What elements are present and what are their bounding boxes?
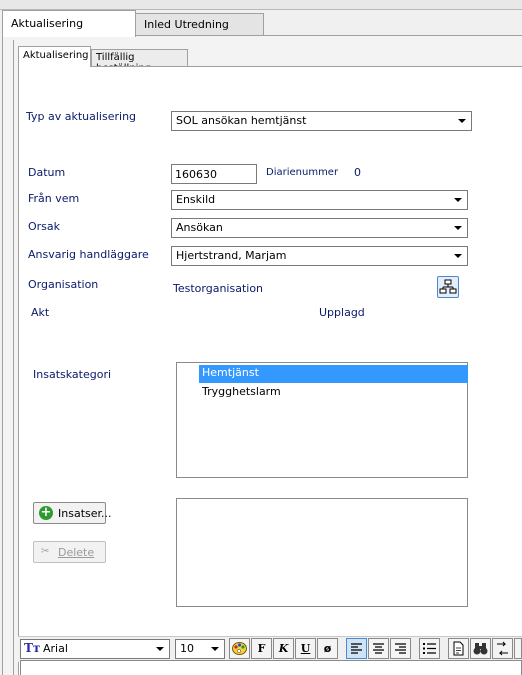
document-icon bbox=[453, 641, 464, 656]
bullet-list-button[interactable] bbox=[419, 638, 440, 659]
font-family-value: Arial bbox=[43, 642, 68, 655]
typ-label: Typ av aktualisering bbox=[26, 110, 137, 123]
orsak-value: Ansökan bbox=[176, 221, 223, 234]
document-button[interactable] bbox=[448, 638, 469, 659]
insatser-button[interactable]: + Insatser... bbox=[33, 502, 112, 524]
font-size-select[interactable]: 10 bbox=[175, 639, 225, 659]
tab-aktualisering[interactable]: Aktualisering bbox=[2, 10, 136, 37]
organization-tree-button[interactable] bbox=[437, 276, 459, 298]
subtab-aktualisering[interactable]: Aktualisering bbox=[18, 46, 91, 67]
insatser-button-label: Insatser... bbox=[58, 507, 112, 520]
align-left-button[interactable] bbox=[346, 638, 367, 659]
tab-aktualisering-label: Aktualisering bbox=[11, 17, 84, 30]
list-item-hemtjanst[interactable]: Hemtjänst bbox=[199, 365, 468, 383]
binoculars-icon bbox=[473, 643, 488, 655]
window-top-strip bbox=[0, 0, 522, 10]
align-center-button[interactable] bbox=[368, 638, 389, 659]
font-family-select[interactable]: Tт Arial bbox=[20, 639, 170, 659]
font-type-icon: Tт bbox=[24, 641, 41, 655]
insatskategori-list[interactable]: Hemtjänst Trygghetslarm bbox=[176, 362, 468, 478]
chevron-down-icon bbox=[156, 647, 164, 651]
akt-label: Akt bbox=[31, 306, 50, 319]
align-right-button[interactable] bbox=[390, 638, 411, 659]
fran-vem-select[interactable]: Enskild bbox=[171, 190, 468, 210]
typ-select-value: SOL ansökan hemtjänst bbox=[176, 114, 307, 127]
more-tools-button[interactable] bbox=[514, 638, 522, 659]
underline-button[interactable]: U bbox=[295, 638, 316, 659]
chevron-down-icon bbox=[458, 119, 466, 123]
diarienummer-value: 0 bbox=[354, 166, 361, 179]
organization-tree-icon bbox=[439, 279, 457, 294]
chevron-down-icon bbox=[454, 226, 462, 230]
delete-icon: ✂ bbox=[41, 546, 50, 557]
fran-vem-value: Enskild bbox=[176, 193, 216, 206]
insatskategori-label: Insatskategori bbox=[33, 368, 112, 381]
chevron-down-icon bbox=[211, 647, 219, 651]
italic-button[interactable]: K bbox=[273, 638, 294, 659]
tab-inled-utredning-label: Inled Utredning bbox=[144, 18, 229, 31]
chevron-down-icon bbox=[454, 254, 462, 258]
tab-inled-utredning[interactable]: Inled Utredning bbox=[135, 13, 264, 36]
orsak-select[interactable]: Ansökan bbox=[171, 218, 468, 238]
insatser-detail-list[interactable] bbox=[176, 498, 468, 607]
align-right-icon bbox=[395, 643, 406, 654]
color-palette-button[interactable] bbox=[229, 638, 250, 659]
replace-icon bbox=[497, 641, 508, 656]
bullet-list-icon bbox=[423, 643, 436, 654]
delete-button[interactable]: ✂ Delete bbox=[33, 541, 106, 563]
ansvarig-value: Hjertstrand, Marjam bbox=[176, 249, 287, 262]
panel-divider bbox=[13, 40, 14, 675]
font-size-value: 10 bbox=[180, 642, 194, 655]
palette-icon bbox=[232, 642, 247, 655]
orsak-label: Orsak bbox=[28, 220, 61, 233]
akt-value: Upplagd bbox=[319, 306, 365, 319]
subtab-aktualisering-label: Aktualisering bbox=[23, 50, 89, 61]
organisation-value: Testorganisation bbox=[173, 282, 264, 295]
strikethrough-button[interactable]: ø bbox=[317, 638, 338, 659]
align-left-icon bbox=[351, 643, 362, 654]
subtab-tillfallig-bestallning[interactable]: Tillfällig beställning bbox=[91, 49, 188, 74]
ansvarig-select[interactable]: Hjertstrand, Marjam bbox=[171, 246, 468, 266]
bold-button[interactable]: F bbox=[251, 638, 272, 659]
datum-label: Datum bbox=[28, 166, 66, 179]
list-item-trygghetslarm[interactable]: Trygghetslarm bbox=[199, 384, 281, 402]
delete-button-label: Delete bbox=[58, 546, 95, 559]
plus-circle-icon: + bbox=[39, 505, 53, 520]
diarienummer-label: Diarienummer bbox=[266, 167, 339, 178]
chevron-down-icon bbox=[454, 198, 462, 202]
fran-vem-label: Från vem bbox=[28, 192, 80, 205]
typ-select[interactable]: SOL ansökan hemtjänst bbox=[171, 111, 472, 131]
replace-button[interactable] bbox=[492, 638, 513, 659]
ansvarig-label: Ansvarig handläggare bbox=[28, 248, 149, 261]
organisation-label: Organisation bbox=[28, 278, 99, 291]
align-center-icon bbox=[373, 643, 384, 654]
find-button[interactable] bbox=[470, 638, 491, 659]
rich-text-editor[interactable] bbox=[20, 660, 522, 675]
datum-input[interactable]: 160630 bbox=[171, 164, 257, 184]
